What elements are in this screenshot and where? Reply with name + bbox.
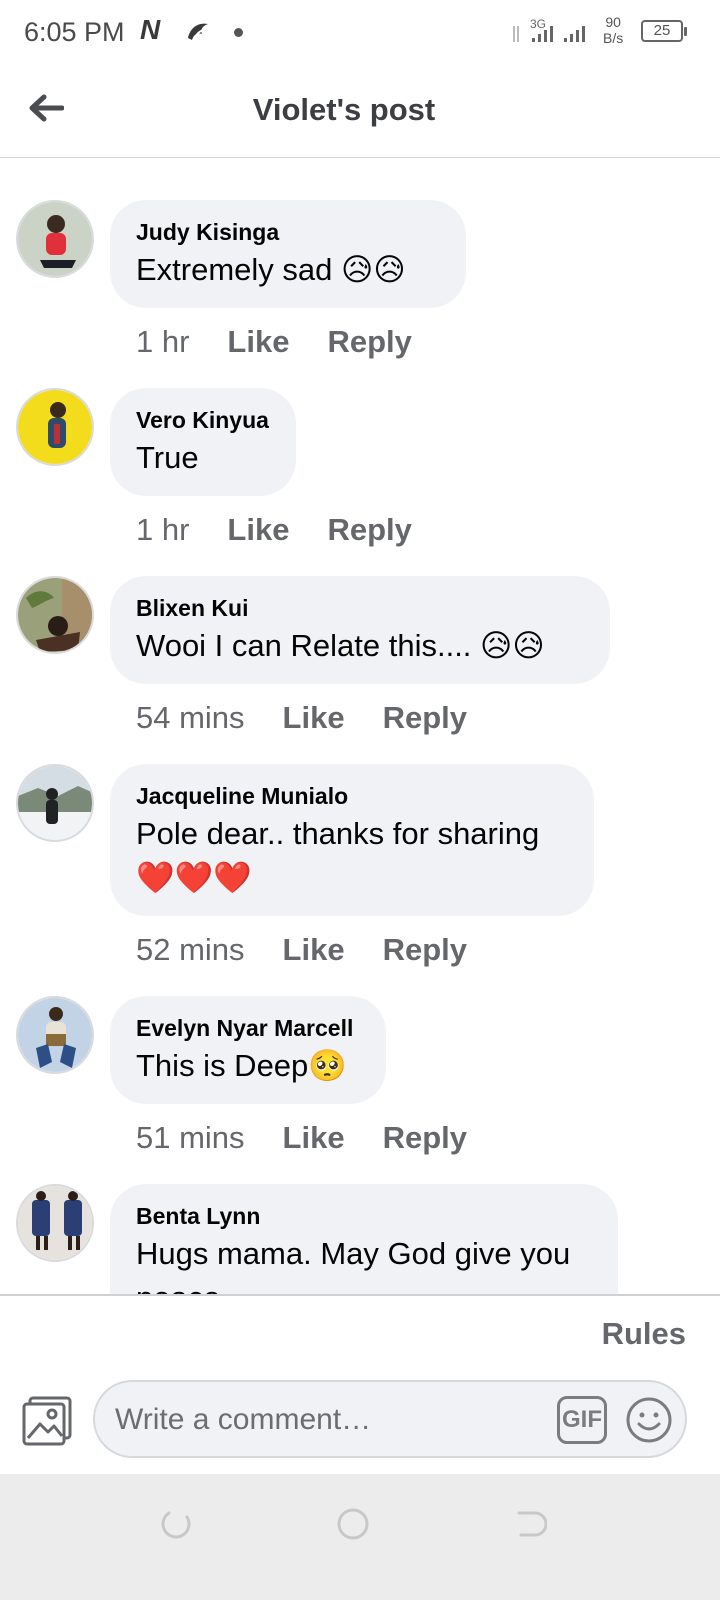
comment-time[interactable]: 1 hr [136,324,189,360]
comment-text: Pole dear.. thanks for sharing ❤️❤️❤️ [136,816,540,895]
comment-actions: 54 mins Like Reply [136,700,467,736]
comment-author[interactable]: Jacqueline Munialo [136,782,568,810]
reply-button[interactable]: Reply [383,932,467,968]
comment-actions: 52 mins Like Reply [136,932,467,968]
comment-composer[interactable]: GIF [93,1380,687,1458]
net-speed-unit: B/s [603,30,624,46]
like-button[interactable]: Like [227,512,289,548]
comment-bubble[interactable]: Evelyn Nyar Marcell This is Deep🥺 [110,996,386,1104]
comment-text: Wooi I can Relate this.... 😥😥 [136,628,545,663]
comment-actions: 1 hr Like Reply [136,512,412,548]
status-time: 6:05 PM [24,17,125,47]
comment-input[interactable] [115,1400,535,1440]
comment-time[interactable]: 51 mins [136,1120,245,1156]
comment-text: Extremely sad 😥😥 [136,252,406,287]
comment-text: Hugs mama. May God give you peace [136,1236,571,1294]
nav-back-icon [517,1511,547,1537]
network-type-label: 3G [530,17,546,31]
bird-app-icon [184,18,212,51]
nav-back-button[interactable] [510,1504,550,1544]
comment-text: True [136,440,199,475]
nav-recent-button[interactable] [156,1504,196,1544]
footer-divider [0,1294,720,1296]
comment-bubble[interactable]: Blixen Kui Wooi I can Relate this.... 😥😥 [110,576,610,684]
status-bar: 6:05 PM N 3G 90 B/s 25 [0,0,720,66]
like-button[interactable]: Like [283,1120,345,1156]
comment-author[interactable]: Blixen Kui [136,594,584,622]
avatar[interactable] [16,1184,94,1262]
comment-bubble[interactable]: Jacqueline Munialo Pole dear.. thanks fo… [110,764,594,916]
comment-bubble[interactable]: Judy Kisinga Extremely sad 😥😥 [110,200,466,308]
comment-author[interactable]: Benta Lynn [136,1202,592,1230]
avatar[interactable] [16,388,94,466]
like-button[interactable]: Like [227,324,289,360]
comment-bubble[interactable]: Vero Kinyua True [110,388,296,496]
comment-author[interactable]: Vero Kinyua [136,406,270,434]
comment-author[interactable]: Evelyn Nyar Marcell [136,1014,360,1042]
net-speed: 90 B/s [603,14,623,46]
comments-list[interactable]: Judy Kisinga Extremely sad 😥😥 1 hr Like … [0,158,720,1294]
battery-icon: 25 [641,20,687,42]
photo-icon [22,1396,72,1446]
reply-button[interactable]: Reply [327,512,411,548]
comment-author[interactable]: Judy Kisinga [136,218,440,246]
navigation-bar [0,1474,720,1600]
like-button[interactable]: Like [283,700,345,736]
header: Violet's post [0,66,720,158]
avatar[interactable] [16,576,94,654]
rules-link[interactable]: Rules [602,1316,686,1352]
photo-button[interactable] [20,1394,74,1448]
page-title: Violet's post [252,92,436,127]
signal-icon: 3G [512,16,600,51]
net-speed-value: 90 [605,14,621,30]
like-button[interactable]: Like [283,932,345,968]
notification-dot-icon [234,28,243,37]
reply-button[interactable]: Reply [327,324,411,360]
comment-actions: 1 hr Like Reply [136,324,412,360]
avatar[interactable] [16,764,94,842]
comment-time[interactable]: 1 hr [136,512,189,548]
comment-time[interactable]: 54 mins [136,700,245,736]
emoji-button[interactable] [625,1396,673,1444]
comment-time[interactable]: 52 mins [136,932,245,968]
reply-button[interactable]: Reply [383,1120,467,1156]
avatar[interactable] [16,200,94,278]
nav-home-button[interactable] [333,1504,373,1544]
nav-recent-icon [161,1511,191,1539]
comment-text: This is Deep🥺 [136,1048,347,1083]
smiley-icon [626,1397,672,1443]
gif-button[interactable]: GIF [557,1396,607,1444]
comment-bubble[interactable]: Benta Lynn Hugs mama. May God give you p… [110,1184,618,1294]
avatar[interactable] [16,996,94,1074]
nav-home-icon [337,1508,369,1540]
comment-actions: 51 mins Like Reply [136,1120,467,1156]
reply-button[interactable]: Reply [383,700,467,736]
carrier-n-icon: N [140,14,161,45]
